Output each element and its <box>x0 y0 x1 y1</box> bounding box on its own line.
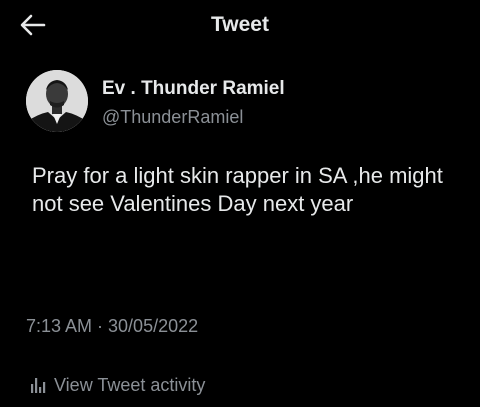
tweet-author: Ev . Thunder Ramiel @ThunderRamiel <box>24 70 444 136</box>
activity-label: View Tweet activity <box>54 374 206 395</box>
avatar[interactable] <box>26 70 88 132</box>
tweet-timestamp[interactable]: 7:13 AM · 30/05/2022 <box>26 316 198 337</box>
page-title: Tweet <box>211 13 269 36</box>
author-display-name[interactable]: Ev . Thunder Ramiel <box>102 78 285 100</box>
tweet-text: Pray for a light skin rapper in SA ,he m… <box>32 163 443 216</box>
bar-chart-icon <box>31 378 46 393</box>
author-handle[interactable]: @ThunderRamiel <box>102 107 243 128</box>
top-bar: Tweet <box>0 0 480 50</box>
view-tweet-activity-button[interactable]: View Tweet activity <box>30 373 205 397</box>
